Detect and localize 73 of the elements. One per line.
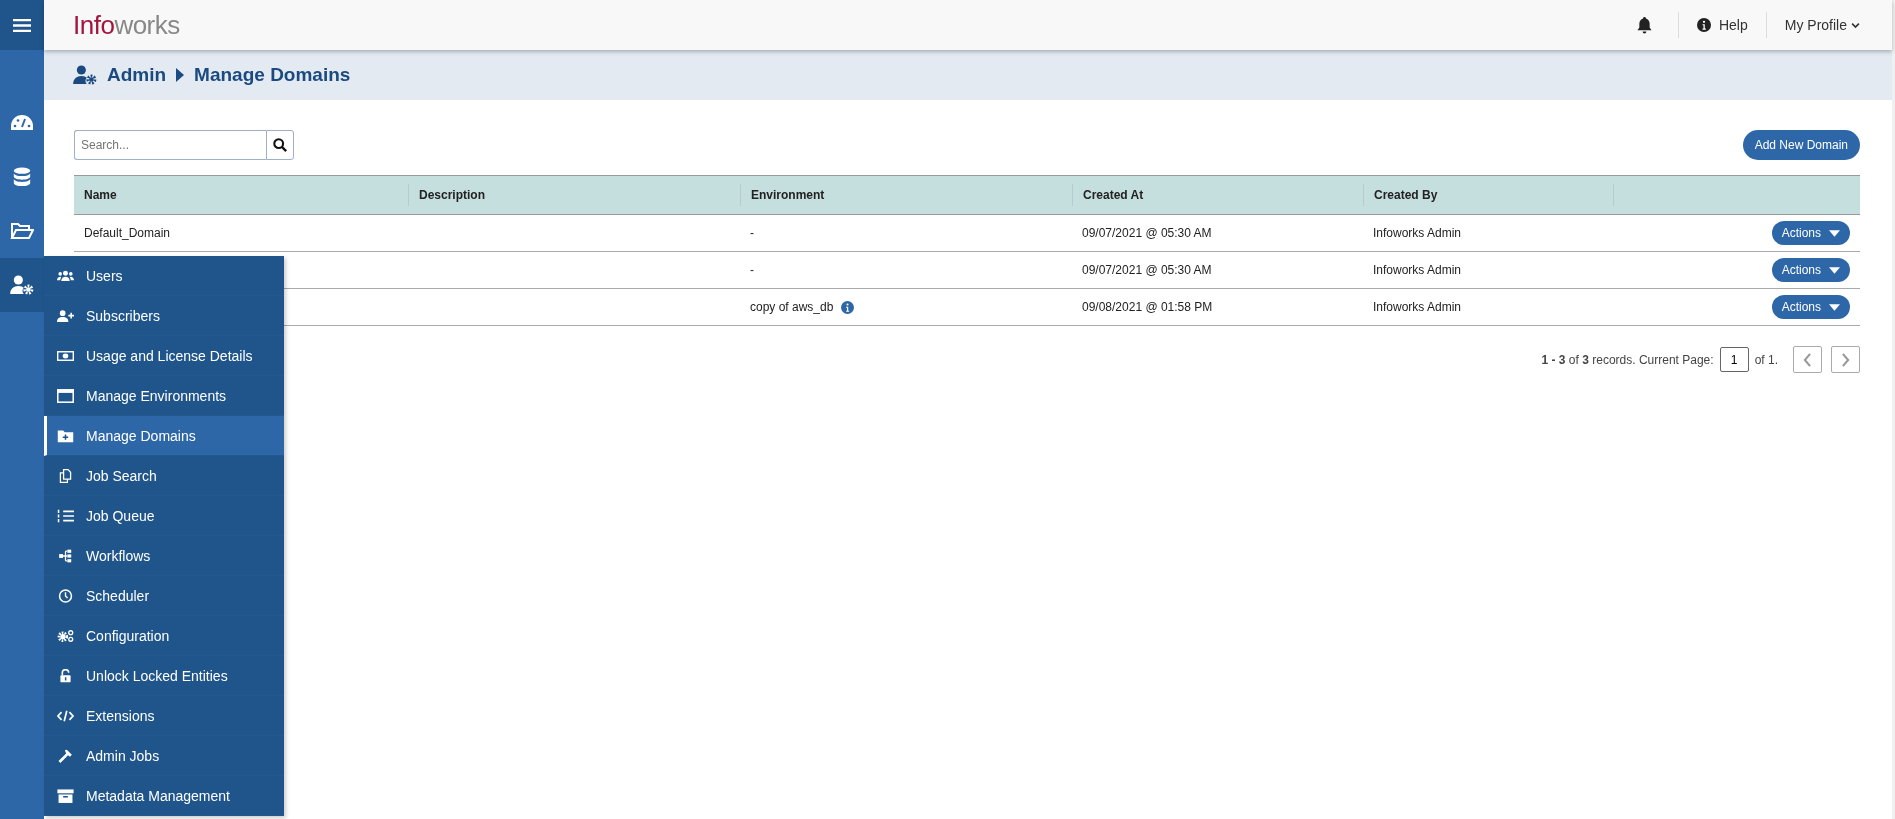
table-cell: copy of aws_db (750, 300, 834, 314)
info-icon (841, 300, 855, 314)
folder-plus-icon (56, 428, 74, 443)
hammer-icon (56, 748, 74, 763)
table-cell: Infoworks Admin (1373, 263, 1462, 277)
menu-item[interactable]: Admin Jobs (44, 736, 284, 776)
previous-page-button[interactable] (1793, 346, 1822, 373)
menu-item[interactable]: Subscribers (44, 296, 284, 336)
menu-item[interactable]: Manage Domains (44, 416, 284, 456)
clock-icon (56, 588, 74, 603)
menu-item[interactable]: Job Queue (44, 496, 284, 536)
search-button[interactable] (266, 130, 294, 160)
menu-item[interactable]: Metadata Management (44, 776, 284, 816)
menu-item[interactable]: Configuration (44, 616, 284, 656)
caret-down-icon (1829, 303, 1840, 311)
search-icon (273, 138, 287, 152)
window-icon (56, 388, 74, 403)
table-cell: 09/07/2021 @ 05:30 AM (1082, 226, 1212, 240)
hierarchy-icon (56, 548, 74, 563)
menu-item[interactable]: Usage and License Details (44, 336, 284, 376)
menu-item[interactable]: Scheduler (44, 576, 284, 616)
caret-down-icon (1829, 229, 1840, 237)
menu-item[interactable]: Job Search (44, 456, 284, 496)
users-icon (56, 268, 74, 283)
records-summary: 1 - 3 of 3 records. Current Page: (1541, 352, 1714, 367)
breadcrumb-link[interactable]: Admin (107, 64, 167, 86)
column-header: Name (84, 188, 117, 202)
logo: Infoworks (73, 9, 180, 41)
table-cell: Infoworks Admin (1373, 300, 1462, 314)
table-cell: Infoworks Admin (1373, 226, 1462, 240)
folder-icon (10, 221, 34, 241)
archive-icon (56, 788, 74, 803)
banknote-icon (56, 348, 74, 363)
table-cell: - (750, 226, 754, 240)
menu-item[interactable]: Users (44, 256, 284, 296)
next-page-button[interactable] (1831, 346, 1860, 373)
table-cell: Default_Domain (84, 226, 171, 240)
column-header: Description (419, 188, 485, 202)
menu-item[interactable]: Unlock Locked Entities (44, 656, 284, 696)
table-cell: - (750, 263, 754, 277)
page-title: Manage Domains (194, 64, 351, 86)
user-gear-icon (73, 65, 97, 85)
caret-down-icon (1829, 266, 1840, 274)
help-button[interactable]: Help (1684, 17, 1760, 33)
column-header: Created At (1083, 188, 1144, 202)
menu-button[interactable] (0, 0, 44, 50)
gauge-icon (10, 113, 34, 133)
bell-icon (1636, 16, 1652, 34)
profile-menu-button[interactable]: My Profile (1772, 17, 1872, 33)
gears-icon (56, 628, 74, 643)
search-field[interactable]: Search... (74, 130, 266, 160)
chevron-left-icon (1803, 352, 1812, 367)
table-cell: 09/08/2021 @ 01:58 PM (1082, 300, 1213, 314)
add-new-domain-button[interactable]: Add New Domain (1742, 130, 1860, 160)
user-gear-icon (10, 275, 34, 295)
user-plus-icon (56, 308, 74, 323)
actions-dropdown-button[interactable]: Actions (1771, 295, 1850, 319)
numbered-list-icon (56, 508, 74, 523)
info-icon (1696, 18, 1711, 32)
caret-right-icon (176, 68, 185, 82)
menu-item[interactable]: Extensions (44, 696, 284, 736)
chevron-right-icon (1841, 352, 1850, 367)
page-count: of 1. (1754, 352, 1778, 367)
column-header: Created By (1374, 188, 1438, 202)
code-icon (56, 708, 74, 723)
chevron-down-icon (1851, 21, 1860, 29)
menu-item[interactable]: Workflows (44, 536, 284, 576)
actions-dropdown-button[interactable]: Actions (1771, 221, 1850, 245)
hamburger-icon (13, 17, 31, 33)
actions-dropdown-button[interactable]: Actions (1771, 258, 1850, 282)
table-cell: 09/07/2021 @ 05:30 AM (1082, 263, 1212, 277)
column-header: Environment (751, 188, 825, 202)
page-number-field[interactable]: 1 (1719, 347, 1749, 372)
